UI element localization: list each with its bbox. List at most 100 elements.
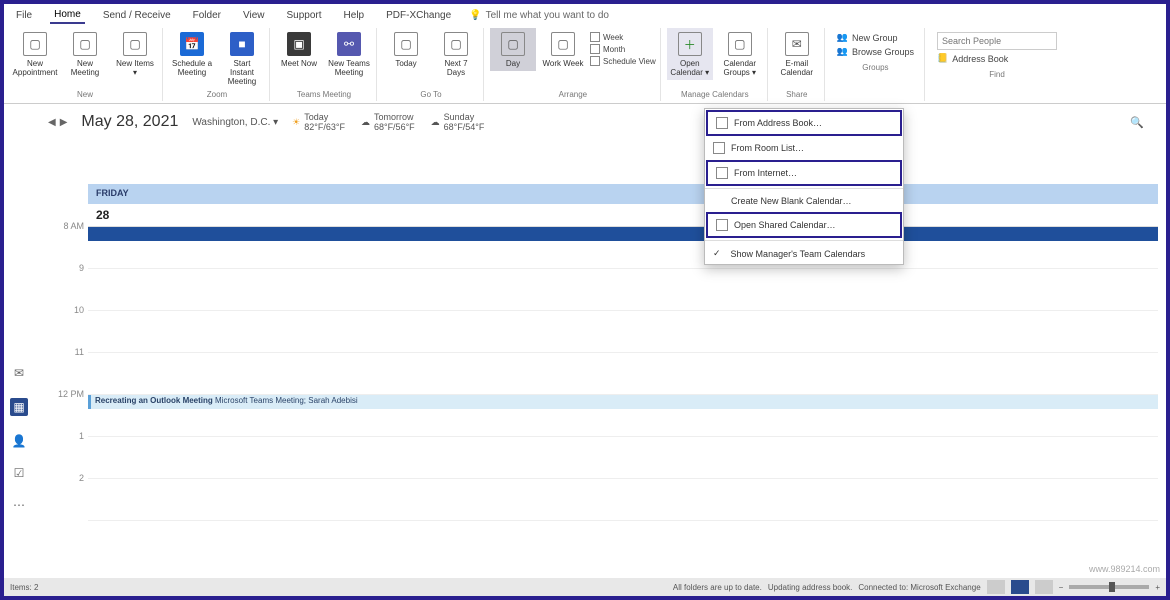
new-teams-meeting-button[interactable]: ⚯ New Teams Meeting [326, 28, 372, 80]
today-button[interactable]: ▢ Today [383, 28, 429, 71]
tab-folder[interactable]: Folder [189, 8, 225, 23]
ribbon-tabs: File Home Send / Receive Folder View Sup… [4, 4, 1166, 26]
zoom-thumb[interactable] [1109, 582, 1115, 592]
menu-create-blank[interactable]: Create New Blank Calendar… [705, 191, 903, 211]
new-items-button[interactable]: ▢ New Items ▾ [112, 28, 158, 80]
group-share: ✉ E-mail Calendar Share [770, 28, 825, 101]
meet-now-button[interactable]: ▣ Meet Now [276, 28, 322, 71]
rail-more-icon[interactable]: ⋯ [13, 498, 25, 512]
work-week-button[interactable]: ▢ Work Week [540, 28, 586, 71]
menu-show-managers[interactable]: Show Manager's Team Calendars [705, 243, 903, 264]
status-updating: Updating address book. [768, 583, 853, 592]
tab-home[interactable]: Home [50, 7, 85, 24]
rail-tasks-icon[interactable]: ☑ [14, 466, 25, 480]
tell-me-text: Tell me what you want to do [486, 10, 609, 21]
weather-sunday[interactable]: ☁ Sunday68°F/54°F [431, 112, 485, 132]
start-instant-button[interactable]: ■ Start Instant Meeting [219, 28, 265, 88]
room-icon [713, 142, 725, 154]
group-label-goto: Go To [420, 88, 441, 101]
new-appointment-button[interactable]: ▢ New Appointment [12, 28, 58, 80]
week-button[interactable]: Week [590, 32, 656, 42]
new-meeting-button[interactable]: ▢ New Meeting [62, 28, 108, 80]
view-compact-button[interactable] [1035, 580, 1053, 594]
menu-from-room-list[interactable]: From Room List… [705, 137, 903, 159]
menu-separator [705, 188, 903, 189]
group-goto: ▢ Today ▢ Next 7 Days Go To [379, 28, 484, 101]
search-people-input[interactable] [937, 32, 1057, 50]
tab-pdf-xchange[interactable]: PDF-XChange [382, 8, 455, 23]
view-normal-button[interactable] [987, 580, 1005, 594]
calendar-groups-button[interactable]: ▢ Calendar Groups ▾ [717, 28, 763, 80]
tab-help[interactable]: Help [340, 8, 369, 23]
time-row-8[interactable]: 8 AM [88, 227, 1158, 269]
group-arrange: ▢ Day ▢ Work Week Week Month Schedule Vi… [486, 28, 661, 101]
zoom-video-icon: ■ [230, 32, 254, 56]
view-reading-button[interactable] [1011, 580, 1029, 594]
group-teams: ▣ Meet Now ⚯ New Teams Meeting Teams Mee… [272, 28, 377, 101]
new-group-button[interactable]: 👥New Group [837, 32, 914, 43]
time-row-12[interactable]: 12 PM Recreating an Outlook Meeting Micr… [88, 395, 1158, 437]
time-row-1[interactable]: 1 [88, 437, 1158, 479]
today-icon: ▢ [394, 32, 418, 56]
weather-bar: ☀ Today82°F/63°F ☁ Tomorrow68°F/56°F ☁ S… [292, 112, 484, 132]
calendar-search-icon[interactable]: 🔍 [1124, 111, 1150, 133]
group-label-manage: Manage Calendars [681, 88, 749, 101]
time-grid[interactable]: 8 AM 9 10 11 12 PM Recreating an Outlook… [88, 226, 1158, 521]
status-connected: Connected to: Microsoft Exchange [858, 583, 980, 592]
open-calendar-menu: From Address Book… From Room List… From … [704, 108, 904, 265]
time-row-2[interactable]: 2 [88, 479, 1158, 521]
group-new: ▢ New Appointment ▢ New Meeting ▢ New It… [8, 28, 163, 101]
group-label-zoom: Zoom [207, 88, 227, 101]
menu-from-address-book[interactable]: From Address Book… [706, 110, 902, 136]
current-date[interactable]: May 28, 2021 [81, 113, 178, 131]
schedule-view-button[interactable]: Schedule View [590, 56, 656, 66]
prev-day-button[interactable]: ◀ [48, 117, 56, 128]
next-day-button[interactable]: ▶ [60, 117, 68, 128]
browse-groups-button[interactable]: 👥Browse Groups [837, 46, 914, 57]
open-calendar-button[interactable]: ＋ Open Calendar ▾ [667, 28, 713, 80]
day-button[interactable]: ▢ Day [490, 28, 536, 71]
time-row-9[interactable]: 9 [88, 269, 1158, 311]
rail-people-icon[interactable]: 👤 [12, 434, 27, 448]
tab-send-receive[interactable]: Send / Receive [99, 8, 175, 23]
rail-calendar-icon[interactable]: ▦ [10, 398, 28, 416]
email-icon: ✉ [785, 32, 809, 56]
location-selector[interactable]: Washington, D.C. ▾ [192, 117, 278, 128]
cloud-icon: ☁ [431, 117, 440, 128]
zoom-out-button[interactable]: − [1059, 583, 1064, 592]
schedule-mini-icon [590, 56, 600, 66]
camera-icon: ▣ [287, 32, 311, 56]
zoom-slider[interactable] [1069, 585, 1149, 589]
weather-tomorrow[interactable]: ☁ Tomorrow68°F/56°F [361, 112, 415, 132]
tab-file[interactable]: File [12, 8, 36, 23]
watermark: www.989214.com [1089, 564, 1160, 574]
calendar-groups-icon: ▢ [728, 32, 752, 56]
arrange-mini: Week Month Schedule View [590, 28, 656, 66]
time-row-11[interactable]: 11 [88, 353, 1158, 395]
busy-event[interactable] [88, 227, 1158, 241]
calendar-icon: ▢ [23, 32, 47, 56]
schedule-meeting-button[interactable]: 📅 Schedule a Meeting [169, 28, 215, 80]
tab-view[interactable]: View [239, 8, 269, 23]
month-button[interactable]: Month [590, 44, 656, 54]
weather-today[interactable]: ☀ Today82°F/63°F [292, 112, 345, 132]
work-week-icon: ▢ [551, 32, 575, 56]
meeting-icon: ▢ [73, 32, 97, 56]
sun-icon: ☀ [292, 117, 300, 128]
tell-me[interactable]: 💡 Tell me what you want to do [469, 10, 609, 21]
calendar-event[interactable]: Recreating an Outlook Meeting Microsoft … [88, 395, 1158, 409]
tab-support[interactable]: Support [283, 8, 326, 23]
cloud-icon: ☁ [361, 117, 370, 128]
zoom-in-button[interactable]: + [1155, 583, 1160, 592]
next7-button[interactable]: ▢ Next 7 Days [433, 28, 479, 80]
items-icon: ▢ [123, 32, 147, 56]
menu-open-shared[interactable]: Open Shared Calendar… [706, 212, 902, 238]
rail-mail-icon[interactable]: ✉ [14, 366, 24, 380]
status-items: Items: 2 [10, 583, 38, 592]
menu-from-internet[interactable]: From Internet… [706, 160, 902, 186]
navigation-rail: ✉ ▦ 👤 ☑ ⋯ [8, 126, 30, 572]
time-row-10[interactable]: 10 [88, 311, 1158, 353]
status-folders: All folders are up to date. [673, 583, 762, 592]
email-calendar-button[interactable]: ✉ E-mail Calendar [774, 28, 820, 80]
address-book-button[interactable]: 📒Address Book [937, 53, 1057, 64]
